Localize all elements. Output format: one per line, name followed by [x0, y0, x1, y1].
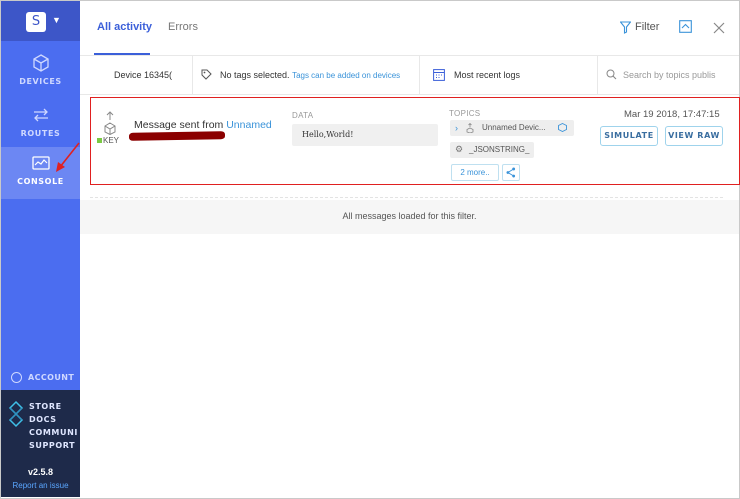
data-label: DATA [292, 111, 314, 120]
topic-chip[interactable]: ⚙ _JSONSTRING_ [450, 142, 534, 158]
simulate-button[interactable]: SIMULATE [600, 126, 658, 146]
org-avatar[interactable]: S [26, 12, 46, 32]
account-icon [11, 372, 22, 383]
divider [419, 56, 420, 94]
chevron-right-icon: › [455, 123, 458, 133]
log-row[interactable]: KEY Message sent from Unnamed DATA Hello… [90, 97, 740, 185]
close-icon[interactable] [713, 22, 725, 34]
export-icon[interactable] [679, 20, 692, 33]
filter-icon [620, 21, 631, 34]
tab-errors[interactable]: Errors [168, 21, 198, 33]
sidebar-item-devices[interactable]: DEVICES [1, 47, 80, 99]
sidebar-link-community[interactable]: COMMUNITY [29, 426, 77, 439]
gear-icon: ⚙ [455, 144, 464, 154]
tab-all-activity[interactable]: All activity [97, 21, 152, 33]
key-status-dot [97, 138, 102, 143]
filter-bar: Device 16345( No tags selected. Tags can… [80, 55, 739, 95]
redaction-mark [128, 131, 226, 141]
caret-down-icon[interactable]: ▼ [52, 15, 61, 25]
topic-chip[interactable]: › Unnamed Devic... [450, 120, 574, 136]
topics-label: TOPICS [449, 109, 481, 118]
tags-filter[interactable]: No tags selected. Tags can be added on d… [220, 70, 400, 80]
main-panel: All activity Errors Filter Device 16345(… [80, 1, 740, 497]
report-issue-link[interactable]: Report an issue [1, 481, 80, 490]
topic-search-input[interactable]: Search by topics publis [623, 70, 737, 80]
sidebar-link-docs[interactable]: DOCS [29, 413, 77, 426]
more-topics-button[interactable]: 2 more.. [451, 164, 499, 181]
tags-filter-text: No tags selected. [220, 70, 290, 80]
share-icon[interactable] [502, 164, 520, 181]
device-link[interactable]: Unnamed [226, 119, 272, 131]
routes-icon [33, 108, 48, 122]
sidebar-link-support[interactable]: SUPPORT [29, 439, 77, 452]
all-loaded-message: All messages loaded for this filter. [342, 211, 477, 221]
device-filter[interactable]: Device 16345( [114, 70, 172, 80]
topic-text: _JSONSTRING_ [469, 145, 530, 154]
divider [90, 197, 723, 198]
topic-text: Unnamed Devic... [482, 123, 546, 132]
key-label: KEY [103, 136, 120, 145]
tags-hint: Tags can be added on devices [292, 71, 401, 80]
message-prefix: Message sent from [134, 119, 224, 131]
search-icon [606, 69, 617, 80]
cube-icon [32, 54, 49, 72]
divider [192, 56, 193, 94]
cube-icon [558, 123, 567, 132]
key-badge: KEY [97, 136, 119, 145]
version-label: v2.5.8 [27, 467, 54, 477]
account-label: ACCOUNT [28, 373, 75, 382]
annotation-arrow-icon [56, 142, 80, 172]
upload-cube-icon [466, 123, 474, 133]
calendar-icon [433, 69, 445, 81]
log-message: Message sent from Unnamed [134, 119, 272, 131]
time-range-filter[interactable]: Most recent logs [454, 70, 520, 80]
sidebar-item-label: CONSOLE [17, 177, 64, 186]
particle-logo-icon [8, 400, 24, 428]
console-icon [31, 156, 50, 170]
sidebar-link-store[interactable]: STORE [29, 400, 77, 413]
org-switcher[interactable]: S ▼ [1, 1, 80, 41]
filter-label: Filter [635, 21, 660, 33]
upload-cube-icon [104, 111, 116, 135]
sidebar-item-label: ROUTES [20, 129, 61, 138]
sidebar: S ▼ DEVICES ROUTES CONSOLE ACCOUNT STORE [1, 1, 80, 497]
data-value: Hello,World! [292, 124, 438, 146]
divider [597, 56, 598, 94]
log-timestamp: Mar 19 2018, 17:47:15 [624, 109, 720, 120]
tag-icon [201, 69, 212, 80]
tab-bar: All activity Errors Filter [80, 1, 739, 55]
sidebar-item-label: DEVICES [19, 77, 62, 86]
view-raw-button[interactable]: VIEW RAW [665, 126, 723, 146]
sidebar-item-account[interactable]: ACCOUNT [11, 372, 75, 384]
